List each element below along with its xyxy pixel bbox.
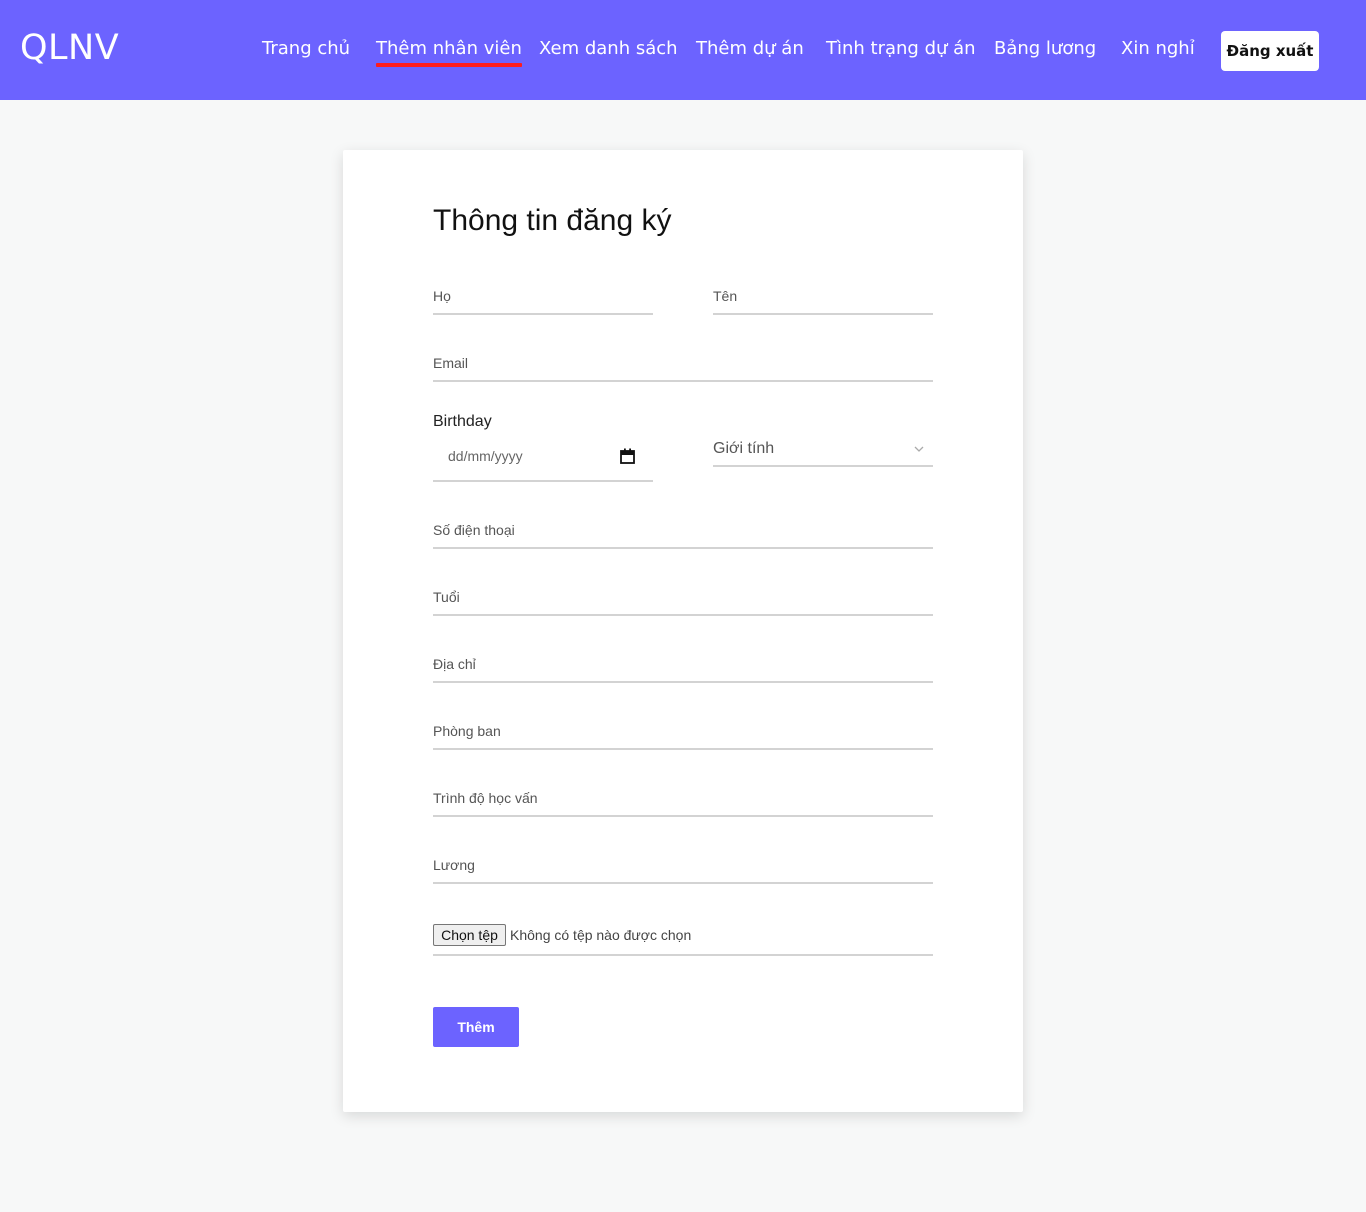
top-navbar: QLNV Trang chủ Thêm nhân viên Xem danh s… — [0, 0, 1366, 100]
gender-select[interactable]: Giới tính — [713, 438, 933, 466]
age-label: Tuổi — [433, 589, 460, 605]
age-input[interactable] — [433, 614, 933, 616]
nav-item-home[interactable]: Trang chủ — [262, 38, 350, 59]
address-input[interactable] — [433, 681, 933, 683]
gender-underline — [713, 465, 933, 467]
department-label: Phòng ban — [433, 723, 501, 739]
nav-item-payroll[interactable]: Bảng lương — [994, 38, 1096, 59]
phone-label: Số điện thoại — [433, 522, 515, 538]
choose-file-button[interactable]: Chọn tệp — [433, 924, 506, 946]
email-label: Email — [433, 355, 469, 371]
chevron-down-icon — [914, 446, 924, 452]
nav-item-project-status[interactable]: Tình trạng dự án — [826, 38, 976, 59]
nav-item-add-project[interactable]: Thêm dự án — [696, 38, 804, 59]
nav-item-view-list[interactable]: Xem danh sách — [539, 38, 678, 59]
submit-button[interactable]: Thêm — [433, 1007, 519, 1047]
brand-logo[interactable]: QLNV — [20, 28, 119, 68]
nav-item-add-employee[interactable]: Thêm nhân viên — [376, 38, 522, 67]
form-title: Thông tin đăng ký — [433, 204, 672, 237]
birthday-input[interactable] — [433, 480, 653, 482]
birthday-label: Birthday — [433, 413, 492, 430]
salary-label: Lương — [433, 857, 475, 873]
education-label: Trình độ học vấn — [433, 790, 538, 806]
last-name-label: Họ — [433, 288, 451, 304]
phone-input[interactable] — [433, 547, 933, 549]
department-input[interactable] — [433, 748, 933, 750]
salary-input[interactable] — [433, 882, 933, 884]
file-status-text: Không có tệp nào được chọn — [510, 927, 692, 943]
first-name-input[interactable] — [713, 313, 933, 315]
email-input[interactable] — [433, 380, 933, 382]
gender-select-value: Giới tính — [713, 440, 775, 457]
file-input-underline — [433, 954, 933, 956]
address-label: Địa chỉ — [433, 656, 476, 672]
last-name-input[interactable] — [433, 313, 653, 315]
calendar-icon[interactable] — [620, 448, 635, 464]
logout-button[interactable]: Đăng xuất — [1221, 31, 1319, 71]
education-input[interactable] — [433, 815, 933, 817]
nav-item-leave-request[interactable]: Xin nghỉ — [1121, 38, 1195, 59]
first-name-label: Tên — [713, 288, 738, 304]
birthday-placeholder: dd/mm/yyyy — [448, 448, 523, 464]
